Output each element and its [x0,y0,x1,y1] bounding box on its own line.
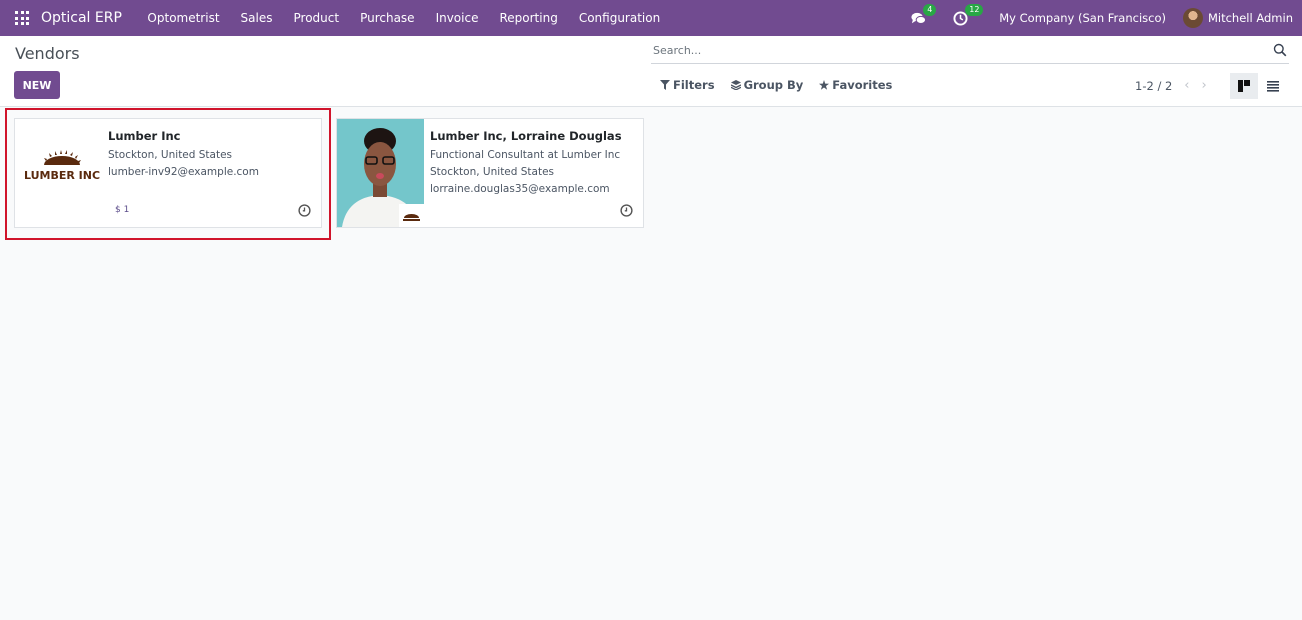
list-view-button[interactable] [1259,73,1287,99]
filters-label: Filters [673,78,715,92]
search-input[interactable] [653,44,1253,57]
apps-grid-icon[interactable] [15,11,29,25]
menu-invoice[interactable]: Invoice [425,11,489,25]
vendor-card-lumber-inc[interactable]: LUMBER INC Lumber Inc Stockton, United S… [14,118,322,228]
messages-count-badge: 4 [923,4,937,16]
purchase-count-tag[interactable]: $ 1 [115,205,129,215]
card-title: Lumber Inc, Lorraine Douglas [430,129,622,143]
search-bar [651,41,1289,64]
vendor-card-lorraine-douglas[interactable]: Lumber Inc, Lorraine Douglas Functional … [336,118,644,228]
user-avatar[interactable] [1182,8,1203,28]
search-icon[interactable] [1273,43,1287,57]
kanban-view-button[interactable] [1230,73,1258,99]
menu-reporting[interactable]: Reporting [489,11,568,25]
favorites-label: Favorites [832,78,893,92]
lumber-inc-logo: LUMBER INC [24,150,100,182]
page-title: Vendors [15,44,80,63]
menu-sales[interactable]: Sales [230,11,283,25]
menu-optometrist[interactable]: Optometrist [137,11,230,25]
group-by-label: Group By [743,78,804,92]
card-job-title: Functional Consultant at Lumber Inc [430,149,621,161]
lumber-inc-small-logo [403,214,420,221]
layers-icon [730,80,741,90]
messages-button[interactable]: 4 [911,4,937,26]
kanban-icon [1238,80,1250,92]
card-title: Lumber Inc [108,129,181,143]
list-icon [1267,80,1279,92]
company-logo-badge [399,204,424,227]
new-button[interactable]: NEW [14,71,60,99]
top-navbar: Optical ERP Optometrist Sales Product Pu… [0,0,1302,36]
activity-clock-icon[interactable] [298,204,311,217]
user-menu[interactable]: Mitchell Admin [1208,11,1293,25]
card-email: lorraine.douglas35@example.com [430,183,610,195]
group-by-button[interactable]: Group By [730,78,804,92]
card-email: lumber-inv92@example.com [108,166,259,178]
menu-purchase[interactable]: Purchase [350,11,426,25]
card-address: Stockton, United States [108,149,233,161]
card-address: Stockton, United States [430,166,555,178]
favorites-button[interactable]: Favorites [819,78,892,92]
company-switcher[interactable]: My Company (San Francisco) [999,11,1166,25]
filter-icon [660,80,670,90]
menu-configuration[interactable]: Configuration [568,11,670,25]
menu-product[interactable]: Product [283,11,350,25]
pager-next-icon[interactable]: › [1202,78,1207,93]
filters-button[interactable]: Filters [660,78,715,92]
star-icon [819,80,830,90]
logo-text: LUMBER INC [24,169,100,182]
pager-value[interactable]: 1-2 / 2 [1135,79,1172,93]
activities-button[interactable]: 12 [953,4,984,26]
activity-clock-icon[interactable] [620,204,633,217]
pager: 1-2 / 2 ‹ › [1135,78,1219,93]
pager-previous-icon[interactable]: ‹ [1184,78,1189,93]
activities-count-badge: 12 [965,4,984,16]
control-panel: Vendors NEW Filters Group By Favorites 1… [0,36,1302,107]
app-brand[interactable]: Optical ERP [41,10,122,26]
